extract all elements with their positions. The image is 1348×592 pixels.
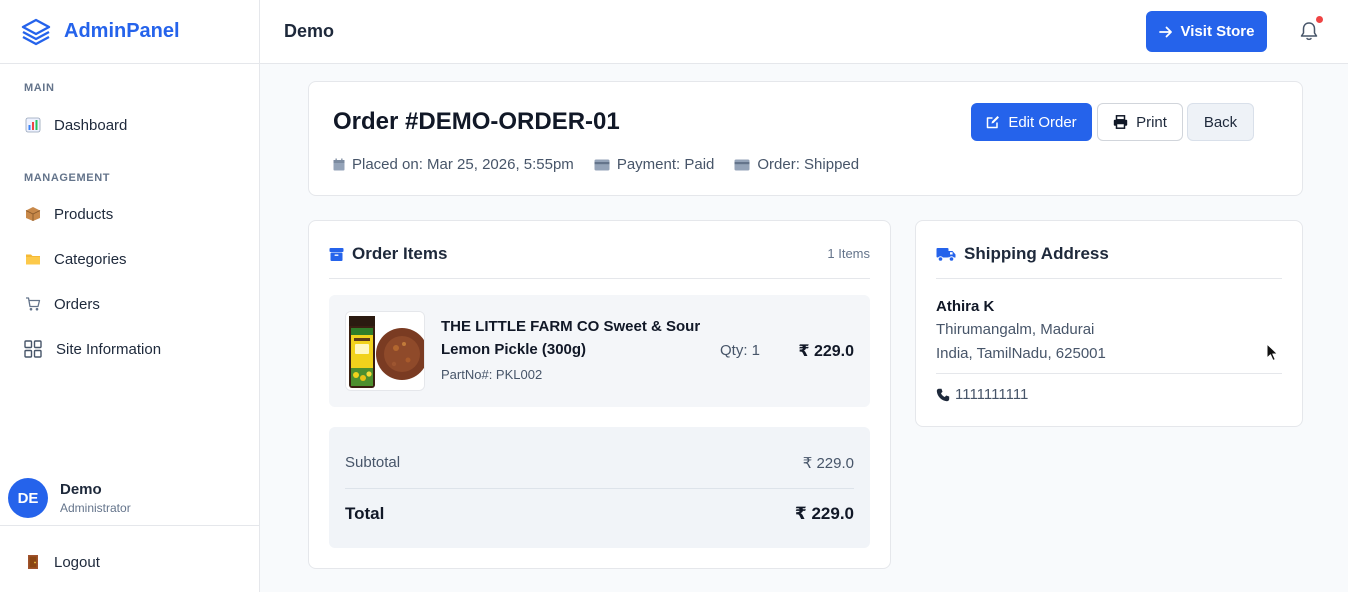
- cart-icon: [24, 295, 42, 313]
- order-items-card: Order Items 1 Items THE LITTLE FARM CO S…: [308, 220, 891, 569]
- order-item-row: THE LITTLE FARM CO Sweet & Sour Lemon Pi…: [329, 295, 870, 407]
- logout-button[interactable]: Logout: [24, 553, 100, 571]
- package-icon: [24, 205, 42, 223]
- shipping-title: Shipping Address: [964, 244, 1109, 263]
- divider: [936, 278, 1282, 279]
- folder-icon: [24, 250, 42, 268]
- credit-card-icon: [594, 159, 610, 170]
- sidebar: AdminPanel MAIN Dashboard MANAGEMENT Pro…: [0, 0, 260, 592]
- payment-text: Payment: Paid: [616, 156, 715, 173]
- total-label: Total: [345, 504, 385, 523]
- order-status-text: Order: Shipped: [757, 156, 860, 173]
- subtotal-value: ₹ 229.0: [802, 455, 854, 472]
- brand[interactable]: AdminPanel: [0, 0, 259, 64]
- divider: [0, 525, 259, 526]
- mouse-cursor-icon: [1266, 343, 1278, 361]
- sidebar-item-dashboard[interactable]: Dashboard: [24, 116, 127, 134]
- placed-on: Placed on: Mar 25, 2026, 5:55pm: [333, 156, 574, 173]
- product-thumbnail[interactable]: [345, 311, 425, 391]
- divider: [936, 373, 1282, 374]
- payment-status: Payment: Paid: [594, 156, 715, 173]
- truck-icon: [936, 247, 956, 262]
- product-image: [346, 312, 424, 390]
- phone-text: 1111111111: [955, 386, 1029, 403]
- logout-label: Logout: [54, 553, 100, 571]
- order-status: Order: Shipped: [734, 156, 859, 173]
- order-summary-card: Order #DEMO-ORDER-01 Placed on: Mar 25, …: [308, 81, 1303, 196]
- credit-card-icon: [734, 159, 750, 170]
- product-name[interactable]: THE LITTLE FARM CO Sweet & Sour Lemon Pi…: [441, 315, 711, 361]
- order-meta: Placed on: Mar 25, 2026, 5:55pm Payment:…: [333, 156, 879, 173]
- placed-on-text: Placed on: Mar 25, 2026, 5:55pm: [352, 156, 574, 173]
- back-button[interactable]: Back: [1187, 103, 1254, 141]
- calendar-icon: [333, 158, 345, 171]
- visit-store-label: Visit Store: [1180, 23, 1255, 40]
- print-button[interactable]: Print: [1097, 103, 1183, 141]
- back-label: Back: [1203, 113, 1238, 131]
- user-name: Demo: [60, 481, 102, 498]
- sidebar-item-label: Dashboard: [54, 116, 128, 134]
- page-title: Demo: [284, 21, 335, 41]
- edit-icon: [987, 116, 1000, 129]
- order-title: Order #DEMO-ORDER-01: [333, 108, 620, 135]
- phone-number: 1111111111: [936, 386, 1028, 403]
- address-line-1: Thirumangalm, Madurai: [936, 321, 1095, 338]
- sidebar-item-label: Products: [54, 205, 114, 223]
- notification-dot: [1316, 16, 1323, 23]
- divider: [329, 278, 870, 279]
- divider: [345, 488, 854, 489]
- edit-order-label: Edit Order: [1008, 113, 1077, 131]
- sidebar-item-site-information[interactable]: Site Information: [24, 340, 161, 358]
- print-label: Print: [1136, 113, 1167, 131]
- layers-icon: [21, 18, 51, 45]
- user-role: Administrator: [60, 501, 131, 515]
- subtotal-label: Subtotal: [345, 454, 401, 471]
- section-label-main: MAIN: [24, 82, 55, 94]
- sidebar-item-label: Categories: [54, 250, 127, 268]
- section-label-management: MANAGEMENT: [24, 172, 111, 184]
- bell-icon[interactable]: [1298, 20, 1320, 42]
- arrow-right-icon: [1158, 26, 1172, 37]
- product-price: ₹ 229.0: [798, 343, 854, 360]
- recipient-name: Athira K: [936, 298, 995, 315]
- phone-icon: [936, 388, 950, 401]
- order-items-header: Order Items: [329, 244, 447, 264]
- visit-store-button[interactable]: Visit Store: [1146, 11, 1267, 52]
- door-icon: [24, 553, 42, 571]
- user-profile[interactable]: DE Demo Administrator: [8, 478, 131, 518]
- sidebar-item-orders[interactable]: Orders: [24, 295, 100, 313]
- sidebar-item-label: Orders: [54, 295, 100, 313]
- items-count: 1 Items: [827, 246, 870, 261]
- sidebar-item-categories[interactable]: Categories: [24, 250, 127, 268]
- grid-icon: [24, 340, 42, 358]
- product-part-number: PartNo#: PKL002: [441, 367, 543, 382]
- brand-name: AdminPanel: [64, 20, 180, 42]
- order-items-title: Order Items: [352, 244, 448, 263]
- avatar: DE: [8, 478, 48, 518]
- box-icon: [329, 247, 344, 261]
- sidebar-item-products[interactable]: Products: [24, 205, 113, 223]
- total-value: ₹ 229.0: [794, 504, 854, 523]
- edit-order-button[interactable]: Edit Order: [971, 103, 1092, 141]
- top-header: Demo Visit Store: [260, 0, 1348, 64]
- address-line-2: India, TamilNadu, 625001: [936, 345, 1106, 362]
- printer-icon: [1113, 115, 1128, 129]
- order-totals: Subtotal ₹ 229.0 Total ₹ 229.0: [329, 427, 870, 548]
- sidebar-item-label: Site Information: [56, 340, 162, 358]
- shipping-address-card: Shipping Address Athira K Thirumangalm, …: [915, 220, 1303, 427]
- bar-chart-icon: [24, 116, 42, 134]
- shipping-header: Shipping Address: [936, 244, 1109, 264]
- product-quantity: Qty: 1: [720, 342, 761, 359]
